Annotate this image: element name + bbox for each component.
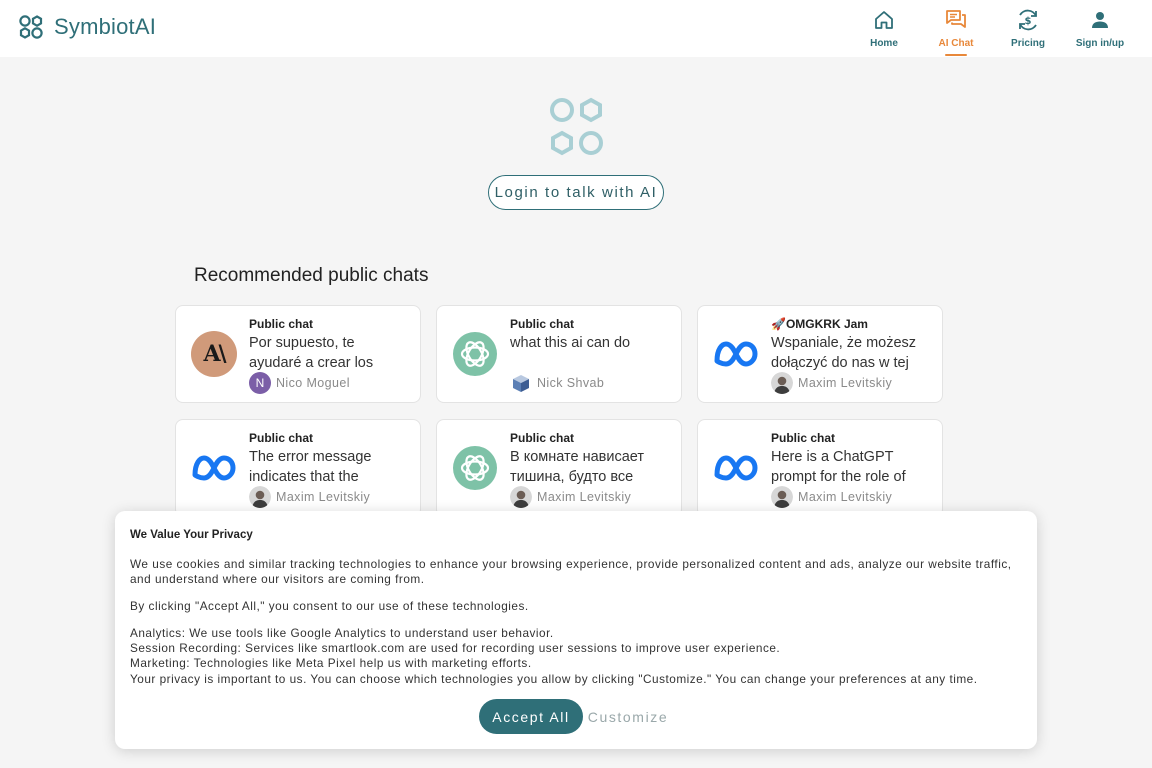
chat-icon bbox=[946, 10, 966, 28]
card-title: 🚀OMGKRK Jam bbox=[771, 317, 868, 331]
nav-sign-in[interactable]: Sign in/up bbox=[1065, 8, 1135, 54]
user-photo-avatar bbox=[249, 486, 271, 508]
nav-label: Home bbox=[870, 38, 898, 49]
nav-ai-chat[interactable]: AI Chat bbox=[921, 8, 991, 56]
chat-card[interactable]: 🚀OMGKRK Jam Wspaniale, że możesz dołączy… bbox=[697, 305, 943, 403]
user-photo-avatar bbox=[510, 486, 532, 508]
chat-card[interactable]: Public chat The error message indicates … bbox=[175, 419, 421, 517]
openai-icon bbox=[452, 331, 498, 377]
cookie-consent-text: By clicking "Accept All," you consent to… bbox=[130, 599, 529, 613]
user-avatar: N bbox=[249, 372, 271, 394]
cookie-title: We Value Your Privacy bbox=[130, 529, 253, 541]
home-icon bbox=[875, 11, 893, 29]
section-title: Recommended public chats bbox=[194, 265, 429, 286]
accept-all-button[interactable]: Accept All bbox=[479, 699, 583, 734]
customize-button[interactable]: Customize bbox=[587, 699, 669, 734]
card-text: Wspaniale, że możesz dołączyć do nas w t… bbox=[771, 335, 917, 371]
cube-avatar-icon bbox=[510, 372, 532, 394]
nav-label: Sign in/up bbox=[1075, 38, 1125, 49]
card-author: Maxim Levitskiy bbox=[510, 486, 631, 508]
card-title: Public chat bbox=[510, 431, 575, 445]
nav-label: AI Chat bbox=[938, 38, 974, 49]
card-author: Maxim Levitskiy bbox=[771, 486, 892, 508]
login-button[interactable]: Login to talk with AI bbox=[488, 175, 664, 210]
author-name: Maxim Levitskiy bbox=[798, 376, 893, 390]
card-author: Maxim Levitskiy bbox=[771, 372, 892, 394]
chat-card[interactable]: A\ Public chat Por supuesto, te ayudaré … bbox=[175, 305, 421, 403]
cookie-analytics-line: Analytics: We use tools like Google Anal… bbox=[130, 626, 554, 640]
card-text: Por supuesto, te ayudaré a crear los dia… bbox=[249, 335, 374, 371]
meta-icon bbox=[713, 445, 759, 491]
nav-label: Pricing bbox=[1011, 38, 1045, 49]
card-author: Nick Shvab bbox=[510, 372, 604, 394]
meta-icon bbox=[191, 445, 237, 491]
top-bar: SymbiotAI Home AI Chat $ Pricing Sign in… bbox=[0, 0, 1152, 57]
card-text: В комнате нависает тишина, будто все bbox=[510, 449, 644, 485]
card-title: Public chat bbox=[249, 317, 314, 331]
card-title: Public chat bbox=[771, 431, 836, 445]
pricing-icon: $ bbox=[1019, 9, 1037, 31]
cookie-marketing-line: Marketing: Technologies like Meta Pixel … bbox=[130, 656, 532, 671]
card-text: The error message indicates that the bbox=[249, 449, 372, 485]
author-name: Maxim Levitskiy bbox=[798, 490, 893, 504]
symbiot-logo-icon bbox=[550, 97, 603, 156]
cookie-consent-dialog: We Value Your Privacy We use cookies and… bbox=[115, 511, 1037, 749]
active-indicator bbox=[945, 54, 967, 56]
svg-text:$: $ bbox=[1025, 16, 1032, 27]
brand-name: SymbiotAI bbox=[54, 14, 157, 39]
chat-card[interactable]: Public chat В комнате нависает тишина, б… bbox=[436, 419, 682, 517]
user-photo-avatar bbox=[771, 486, 793, 508]
meta-icon bbox=[713, 331, 759, 377]
author-name: Nick Shvab bbox=[537, 376, 605, 390]
author-name: Maxim Levitskiy bbox=[537, 490, 632, 504]
card-author: Maxim Levitskiy bbox=[249, 486, 370, 508]
author-name: Maxim Levitskiy bbox=[276, 490, 371, 504]
card-author: N Nico Moguel bbox=[249, 372, 350, 394]
user-photo-avatar bbox=[771, 372, 793, 394]
card-title: Public chat bbox=[510, 317, 575, 331]
cookie-details: Analytics: We use tools like Google Anal… bbox=[130, 626, 1020, 687]
openai-icon bbox=[452, 445, 498, 491]
author-name: Nico Moguel bbox=[276, 376, 350, 390]
card-title: Public chat bbox=[249, 431, 314, 445]
user-icon bbox=[1092, 12, 1108, 28]
anthropic-icon: A\ bbox=[191, 331, 237, 377]
card-text: Here is a ChatGPT prompt for the role of bbox=[771, 449, 906, 485]
cookie-privacy-line: Your privacy is important to us. You can… bbox=[130, 671, 978, 686]
nav-home[interactable]: Home bbox=[849, 8, 919, 54]
chat-card[interactable]: Public chat Here is a ChatGPT prompt for… bbox=[697, 419, 943, 517]
logo-icon bbox=[19, 15, 43, 39]
cookie-intro-text: We use cookies and similar tracking tech… bbox=[130, 557, 1012, 587]
card-text: what this ai can do bbox=[510, 335, 631, 351]
cookie-session-line: Session Recording: Services like smartlo… bbox=[130, 641, 781, 656]
brand[interactable]: SymbiotAI bbox=[18, 14, 156, 40]
chat-card[interactable]: Public chat what this ai can do Nick Shv… bbox=[436, 305, 682, 403]
nav-pricing[interactable]: $ Pricing bbox=[993, 8, 1063, 54]
